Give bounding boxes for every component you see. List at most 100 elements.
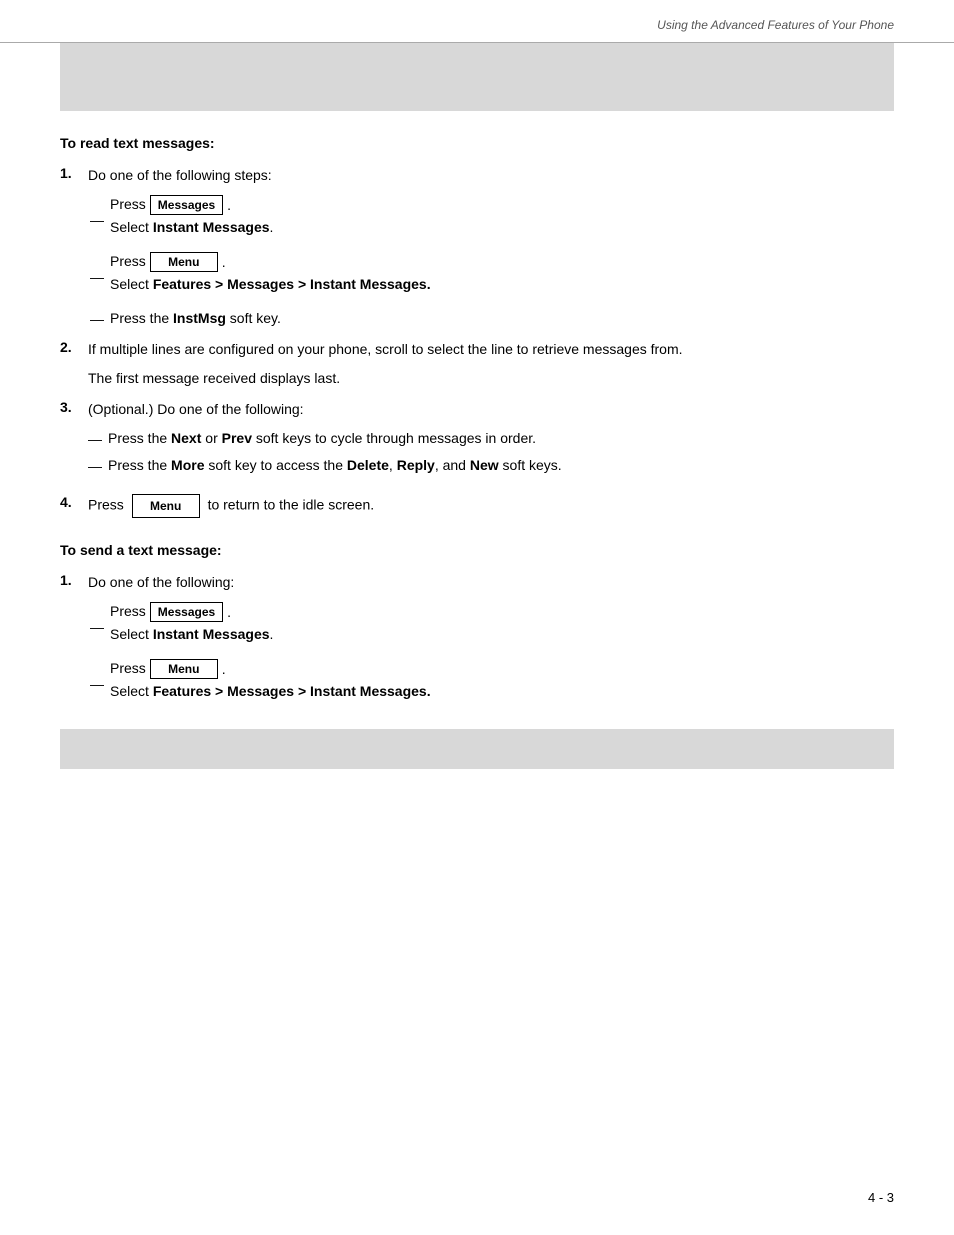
step4-press: Press <box>88 497 124 513</box>
section1-heading: To read text messages: <box>60 135 894 151</box>
section2-select-text-1b: Select <box>110 683 153 699</box>
step2-text: If multiple lines are configured on your… <box>88 339 894 360</box>
page-footer: 4 - 3 <box>868 1190 894 1205</box>
more-mid: soft key to access the <box>204 457 346 473</box>
period-1b: . <box>222 254 226 270</box>
or-text: or <box>201 430 221 446</box>
dash-1b: — <box>90 269 110 285</box>
sub-step-1c: — Press the InstMsg soft key. <box>90 308 894 329</box>
gray-bar-bottom <box>60 729 894 769</box>
softkeys-end: soft keys. <box>499 457 562 473</box>
menu-key-2: Menu <box>132 494 200 518</box>
section2-dash-1b: — <box>90 676 110 692</box>
section2-dash-1a: — <box>90 619 110 635</box>
section2-menu-key: Menu <box>150 659 218 679</box>
step3-text: (Optional.) Do one of the following: <box>88 399 894 420</box>
step3-content: (Optional.) Do one of the following: — P… <box>88 399 894 482</box>
select-end-1a: . <box>270 219 274 235</box>
section-send-messages: To send a text message: 1. Do one of the… <box>60 542 894 709</box>
sub-step-1a: — Press Messages . Select Instant Messag… <box>90 194 894 245</box>
step3-row: 3. (Optional.) Do one of the following: … <box>60 399 894 482</box>
section-read-messages: To read text messages: 1. Do one of the … <box>60 135 894 518</box>
select-bold-1b: Features > Messages > Instant Messages. <box>153 276 431 292</box>
section2-step1-number: 1. <box>60 572 88 588</box>
instmsg-bold: InstMsg <box>173 310 226 326</box>
section2-select-bold-1a: Instant Messages <box>153 626 270 642</box>
prev-bold: Prev <box>222 430 252 446</box>
more-bold: More <box>171 457 204 473</box>
step2-row: 2. If multiple lines are configured on y… <box>60 339 894 389</box>
instmsg-text-suffix: soft key. <box>226 310 281 326</box>
page-header: Using the Advanced Features of Your Phon… <box>0 0 954 43</box>
select-text-1b: Select <box>110 276 153 292</box>
more-prefix: Press the <box>108 457 171 473</box>
press-label-1a: Press <box>110 194 146 215</box>
cycle-text: soft keys to cycle through messages in o… <box>252 430 536 446</box>
page-number: 4 - 3 <box>868 1190 894 1205</box>
sub-step-3a: — Press the Next or Prev soft keys to cy… <box>88 428 894 449</box>
section2-press-label-1a: Press <box>110 601 146 622</box>
step2-number: 2. <box>60 339 88 355</box>
section2-period-1a: . <box>227 604 231 620</box>
step4-content: Press Menu to return to the idle screen. <box>88 494 894 518</box>
gray-bar-top <box>60 43 894 111</box>
sub-content-1c: Press the InstMsg soft key. <box>110 308 894 329</box>
section2-select-bold-1b: Features > Messages > Instant Messages. <box>153 683 431 699</box>
step3-number: 3. <box>60 399 88 415</box>
section2-select-line-1b: Select Features > Messages > Instant Mes… <box>110 683 894 699</box>
section2-sub-step-1a: — Press Messages . Select Instant Messag… <box>90 601 894 652</box>
section2-select-end-1a: . <box>270 626 274 642</box>
section2-step1-row: 1. Do one of the following: <box>60 572 894 593</box>
comma1: , <box>389 457 397 473</box>
step2-subtext: The first message received displays last… <box>88 368 894 389</box>
select-text-1a: Select <box>110 219 153 235</box>
main-content: To read text messages: 1. Do one of the … <box>0 135 954 709</box>
section2-press-line-1b: Press Menu . <box>110 658 894 679</box>
sub-content-1a: Press Messages . Select Instant Messages… <box>110 194 894 245</box>
section2-press-line-1a: Press Messages . <box>110 601 894 622</box>
period-1a: . <box>227 197 231 213</box>
menu-key-1: Menu <box>150 252 218 272</box>
delete-bold: Delete <box>347 457 389 473</box>
dash-1c: — <box>90 311 110 327</box>
section2-press-label-1b: Press <box>110 658 146 679</box>
header-text: Using the Advanced Features of Your Phon… <box>657 18 894 32</box>
step1-number: 1. <box>60 165 88 181</box>
sub-content-3b: Press the More soft key to access the De… <box>108 455 894 476</box>
press-line-1a: Press Messages . <box>110 194 894 215</box>
select-bold-1a: Instant Messages <box>153 219 270 235</box>
select-line-1b: Select Features > Messages > Instant Mes… <box>110 276 894 292</box>
section2-select-line-1a: Select Instant Messages. <box>110 626 894 642</box>
reply-bold: Reply <box>397 457 435 473</box>
section2-sub-content-1a: Press Messages . Select Instant Messages… <box>110 601 894 652</box>
section2-period-1b: . <box>222 661 226 677</box>
press-line-1b: Press Menu . <box>110 251 894 272</box>
section2-select-text-1a: Select <box>110 626 153 642</box>
press-label-1b: Press <box>110 251 146 272</box>
section2-sub-step-1b: — Press Menu . Select Features > Message… <box>90 658 894 709</box>
step4-end: to return to the idle screen. <box>208 497 375 513</box>
step4-number: 4. <box>60 494 88 510</box>
section2-messages-key: Messages <box>150 602 223 622</box>
step2-content: If multiple lines are configured on your… <box>88 339 894 389</box>
sub-content-1b: Press Menu . Select Features > Messages … <box>110 251 894 302</box>
sub-step-3b: — Press the More soft key to access the … <box>88 455 894 476</box>
messages-key-1: Messages <box>150 195 223 215</box>
dash-1a: — <box>90 212 110 228</box>
step4-row: 4. Press Menu to return to the idle scre… <box>60 494 894 518</box>
next-bold: Next <box>171 430 201 446</box>
step1-row: 1. Do one of the following steps: <box>60 165 894 186</box>
section2-sub-content-1b: Press Menu . Select Features > Messages … <box>110 658 894 709</box>
new-bold: New <box>470 457 499 473</box>
select-line-1a: Select Instant Messages. <box>110 219 894 235</box>
instmsg-text-prefix: Press the <box>110 310 173 326</box>
section2-heading: To send a text message: <box>60 542 894 558</box>
step1-text: Do one of the following steps: <box>88 165 894 186</box>
dash-3b: — <box>88 458 108 474</box>
and-text: , and <box>435 457 470 473</box>
next-prev-prefix: Press the <box>108 430 171 446</box>
dash-3a: — <box>88 431 108 447</box>
section2-step1-text: Do one of the following: <box>88 572 894 593</box>
sub-content-3a: Press the Next or Prev soft keys to cycl… <box>108 428 894 449</box>
sub-step-1b: — Press Menu . Select Features > Message… <box>90 251 894 302</box>
